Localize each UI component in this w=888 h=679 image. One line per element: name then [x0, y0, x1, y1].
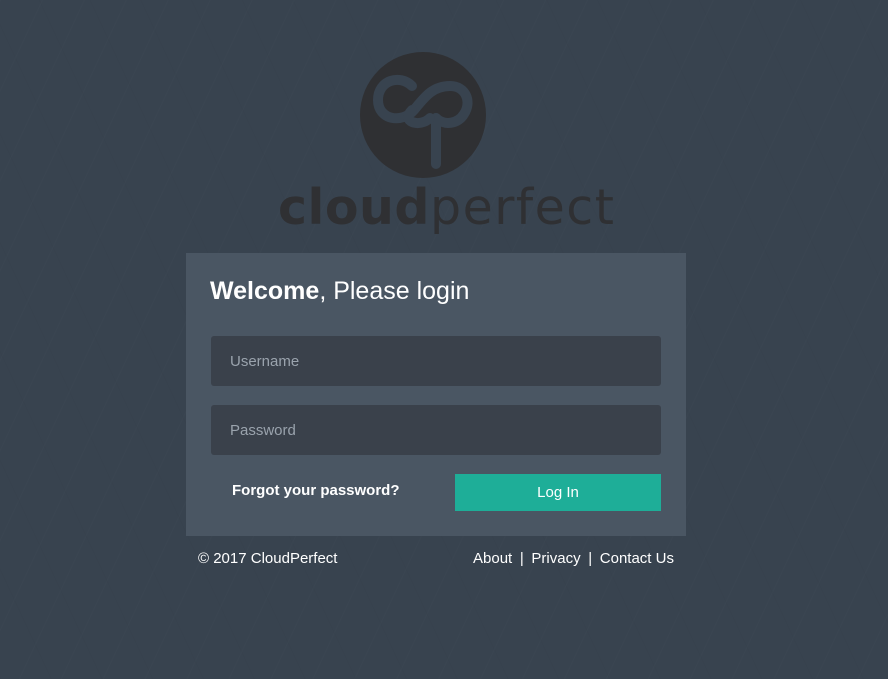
password-input[interactable]: [211, 405, 661, 455]
footer-copyright: © 2017 CloudPerfect: [198, 550, 338, 567]
forgot-password-link[interactable]: Forgot your password?: [232, 482, 400, 499]
brand-logo: cloudperfect: [278, 52, 614, 242]
footer-links: About | Privacy | Contact Us: [473, 550, 674, 567]
login-title: Welcome, Please login: [210, 277, 469, 306]
login-title-rest: , Please login: [319, 277, 470, 305]
brand-name-light: perfect: [429, 179, 616, 236]
footer-separator: |: [519, 550, 524, 567]
contact-us-link[interactable]: Contact Us: [600, 550, 674, 567]
privacy-link[interactable]: Privacy: [531, 550, 580, 567]
username-input[interactable]: [211, 336, 661, 386]
login-button[interactable]: Log In: [455, 474, 661, 511]
footer-separator: |: [588, 550, 593, 567]
login-title-strong: Welcome: [210, 277, 320, 305]
about-link[interactable]: About: [473, 550, 512, 567]
brand-wordmark: cloudperfect: [278, 178, 614, 238]
login-card: Welcome, Please login Forgot your passwo…: [186, 253, 686, 536]
cloudperfect-logo-icon: [360, 52, 486, 178]
brand-name-bold: cloud: [278, 179, 430, 236]
